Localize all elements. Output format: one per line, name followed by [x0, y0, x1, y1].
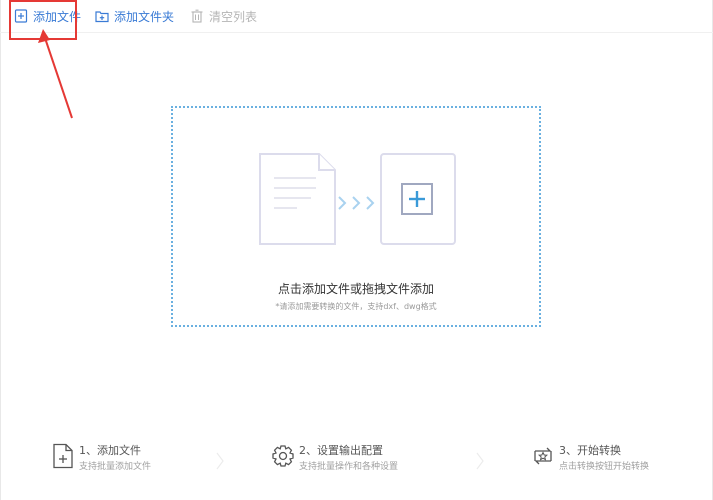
clear-list-label: 清空列表	[209, 9, 258, 24]
file-drop-zone[interactable]: 点击添加文件或拖拽文件添加 *请添加需要转换的文件，支持dxf、dwg格式	[171, 106, 541, 327]
toolbar: 添加文件 添加文件夹 清空列表	[0, 0, 713, 33]
file-add-icon	[53, 443, 73, 469]
chevron-right-icon	[476, 452, 484, 470]
clear-list-button[interactable]: 清空列表	[190, 5, 257, 27]
chevrons-right-icon	[338, 196, 375, 210]
add-folder-button[interactable]: 添加文件夹	[95, 5, 174, 27]
dropzone-title: 点击添加文件或拖拽文件添加	[277, 282, 434, 296]
dropzone-hint: *请添加需要转换的文件，支持dxf、dwg格式	[275, 302, 437, 311]
step-title: 1、添加文件	[79, 444, 141, 457]
step-description: 点击转换按钮开始转换	[559, 462, 650, 472]
step-description: 支持批量添加文件	[79, 462, 152, 472]
trash-icon	[191, 9, 203, 23]
add-target-icon	[380, 153, 456, 245]
step-description: 支持批量操作和各种设置	[299, 462, 399, 472]
step-title: 2、设置输出配置	[299, 444, 383, 457]
add-file-label: 添加文件	[33, 9, 82, 24]
add-folder-label: 添加文件夹	[114, 9, 175, 24]
convert-icon	[534, 447, 552, 465]
window-border-left	[0, 0, 1, 500]
gear-icon	[272, 445, 294, 467]
document-icon	[259, 153, 336, 245]
file-plus-icon	[14, 9, 28, 23]
app-window: 添加文件 添加文件夹 清空列表 点击添加文件或拖拽文件添加 *请添加需要转换的文…	[0, 0, 713, 500]
step-title: 3、开始转换	[559, 444, 621, 457]
steps-guide: 1、添加文件 支持批量添加文件 2、设置输出配置 支持批量操作和各种设置 3、开…	[0, 438, 713, 482]
folder-plus-icon	[95, 11, 109, 23]
chevron-right-icon	[216, 452, 224, 470]
add-file-button[interactable]: 添加文件	[14, 5, 81, 27]
